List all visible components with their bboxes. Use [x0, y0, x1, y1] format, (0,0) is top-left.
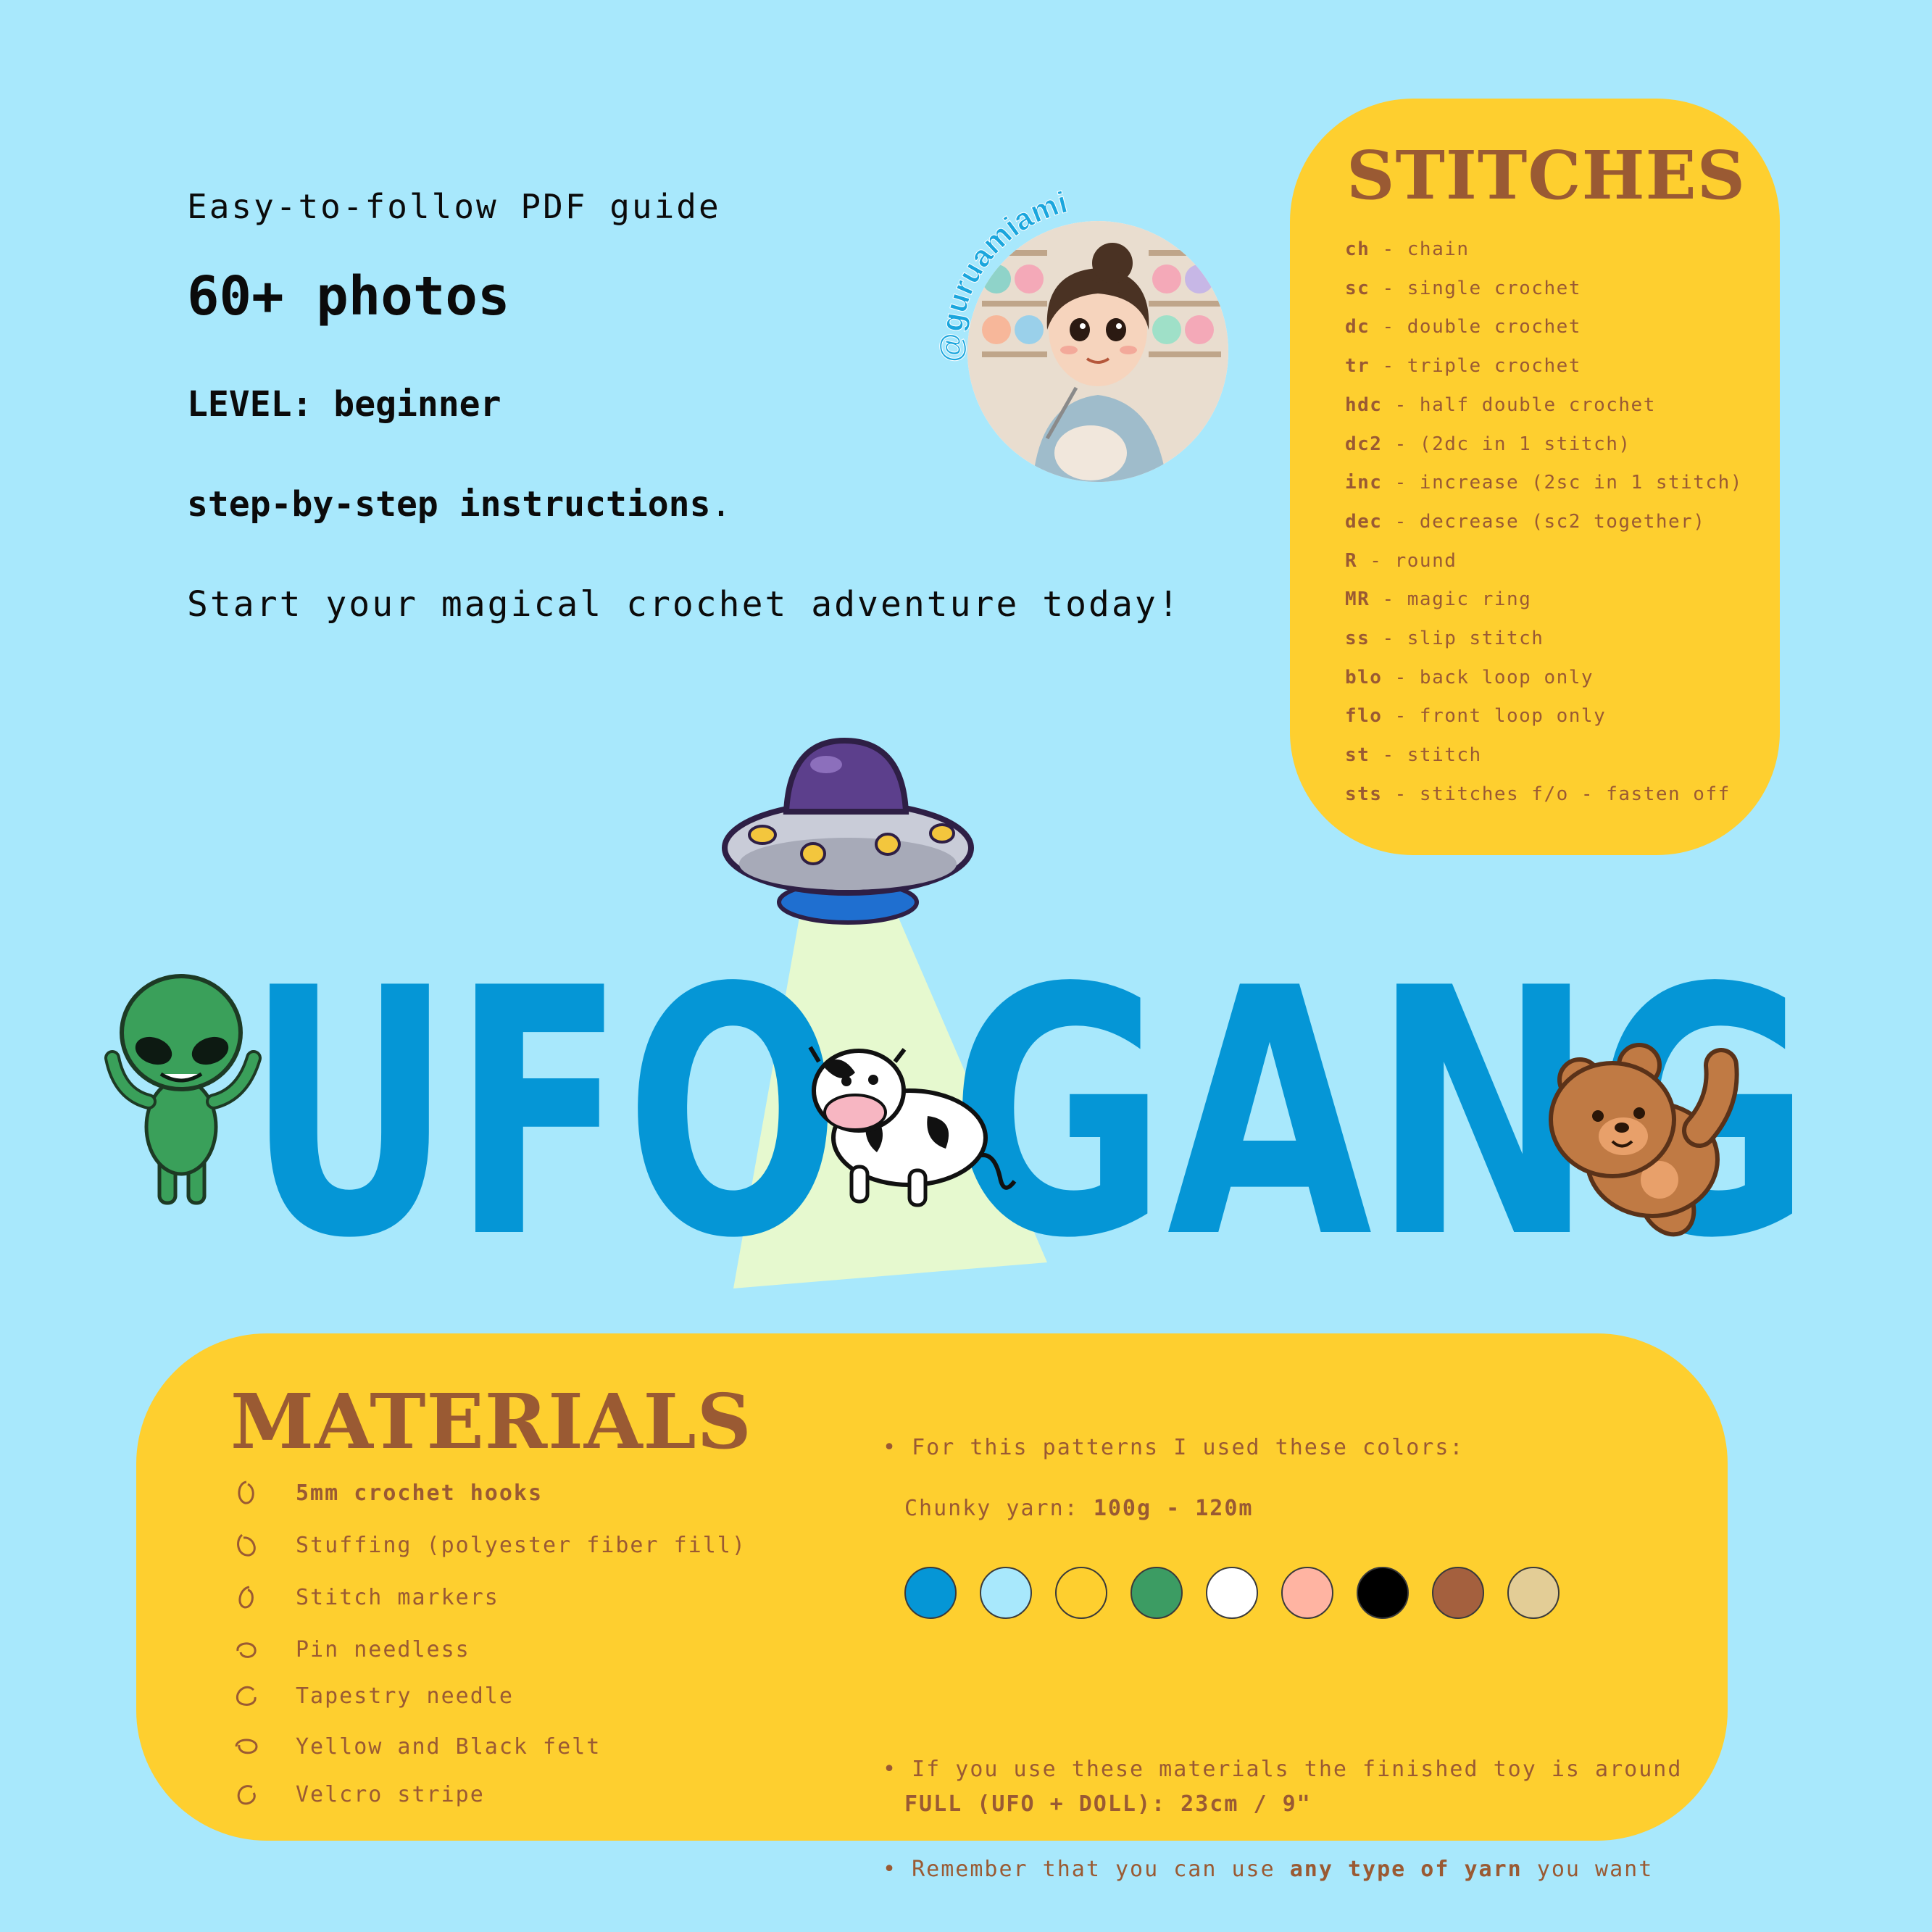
color-swatch — [1357, 1567, 1409, 1619]
stitch-abbr: dc — [1345, 316, 1370, 338]
stitch-abbr: hdc — [1345, 394, 1383, 416]
instructions-period: . — [710, 484, 732, 525]
avatar: @guruamiami — [920, 181, 1254, 515]
material-label: Yellow and Black felt — [296, 1733, 601, 1760]
ufo-icon — [722, 737, 974, 925]
yarn-note-start: Remember that you can use — [912, 1857, 1290, 1882]
loop-bullet-icon — [235, 1739, 258, 1754]
color-swatch — [1055, 1567, 1107, 1619]
stitch-desc: - single crochet — [1370, 277, 1581, 299]
size-info: • If you use these materials the finishe… — [883, 1757, 1683, 1782]
instructions-line: step-by-step instructions. — [187, 484, 731, 525]
loop-bullet-icon — [238, 1481, 254, 1504]
stitch-abbr: ss — [1345, 628, 1370, 650]
list-item: Stuffing (polyester fiber fill) — [232, 1531, 746, 1560]
list-item: dc - double crochet — [1345, 308, 1743, 347]
colors-intro: • For this patterns I used these colors: — [883, 1435, 1465, 1460]
stitch-desc: - half double crochet — [1382, 394, 1656, 416]
size-text: If you use these materials the finished … — [912, 1757, 1683, 1782]
yarn-label: Chunky yarn: — [904, 1496, 1094, 1521]
stitch-abbr: R — [1345, 549, 1358, 572]
list-item: R - round — [1345, 542, 1743, 581]
material-label: Pin needless — [296, 1636, 470, 1662]
stitch-abbr: dec — [1345, 510, 1383, 533]
loop-bullet-icon — [236, 1642, 257, 1658]
adventure-line: Start your magical crochet adventure tod… — [187, 584, 1181, 625]
colors-intro-text: For this patterns I used these colors: — [912, 1435, 1465, 1460]
color-swatch — [904, 1567, 957, 1619]
stitch-abbr: ch — [1345, 238, 1370, 260]
stitch-abbr: inc — [1345, 472, 1383, 494]
stitch-desc: - back loop only — [1382, 666, 1594, 688]
stitch-desc: - round — [1357, 549, 1457, 572]
stitch-abbr: blo — [1345, 666, 1383, 688]
stitch-desc: - (2dc in 1 stitch) — [1382, 433, 1631, 455]
stitch-desc: - slip stitch — [1370, 628, 1544, 650]
list-item: MR - magic ring — [1345, 580, 1743, 620]
material-label: 5mm crochet hooks — [296, 1480, 544, 1506]
stitch-desc: - magic ring — [1370, 588, 1532, 611]
stitch-abbr: sc — [1345, 277, 1370, 299]
material-label: Tapestry needle — [296, 1683, 514, 1709]
list-item: inc - increase (2sc in 1 stitch) — [1345, 464, 1743, 503]
yarn-note-bold: any type of yarn — [1289, 1857, 1523, 1882]
stitch-desc: - triple crochet — [1370, 355, 1581, 378]
list-item: ss - slip stitch — [1345, 620, 1743, 659]
list-item: dec - decrease (sc2 together) — [1345, 503, 1743, 542]
color-swatch — [1206, 1567, 1258, 1619]
guide-tagline: Easy-to-follow PDF guide — [187, 187, 721, 226]
stitch-abbr: tr — [1345, 355, 1370, 378]
materials-panel: MATERIALS 5mm crochet hooks Stuffing (po… — [136, 1333, 1728, 1882]
list-item: Pin needless — [232, 1635, 470, 1664]
stitch-desc: - double crochet — [1370, 316, 1581, 338]
instructions-bold: step-by-step instructions — [187, 484, 711, 525]
crocheter-illustration — [967, 221, 1228, 482]
color-swatch — [1507, 1567, 1560, 1619]
materials-title: MATERIALS — [230, 1377, 752, 1466]
stitches-title: STITCHES — [1346, 136, 1746, 215]
loop-bullet-icon — [236, 1686, 257, 1706]
yarn-note-end: you want — [1522, 1857, 1654, 1882]
material-label: Stitch markers — [296, 1584, 499, 1610]
loop-bullet-icon — [238, 1586, 254, 1609]
ufo-gang-logo-scene: UFO GANG — [104, 737, 1812, 1312]
alien-icon — [104, 974, 262, 1205]
list-item: Yellow and Black felt — [232, 1732, 601, 1761]
color-swatch — [1131, 1567, 1183, 1619]
size-value: FULL (UFO + DOLL): 23cm / 9" — [904, 1791, 1312, 1817]
yarn-note: • Remember that you can use any type of … — [883, 1857, 1654, 1882]
photos-count: 60+ photos — [187, 265, 510, 328]
color-swatches — [904, 1567, 1560, 1619]
material-label: Velcro stripe — [296, 1781, 485, 1807]
list-item: hdc - half double crochet — [1345, 386, 1743, 425]
color-swatch — [980, 1567, 1032, 1619]
loop-bullet-icon — [237, 1533, 256, 1557]
loop-bullet-icon — [237, 1785, 256, 1805]
list-item: blo - back loop only — [1345, 659, 1743, 698]
list-item: tr - triple crochet — [1345, 347, 1743, 386]
stitch-desc: - chain — [1370, 238, 1470, 260]
list-item: sc - single crochet — [1345, 270, 1743, 309]
stitch-abbr: MR — [1345, 588, 1370, 611]
list-item: Tapestry needle — [232, 1681, 514, 1710]
level-label: LEVEL: beginner — [187, 384, 501, 425]
material-label: Stuffing (polyester fiber fill) — [296, 1532, 746, 1558]
logo-word-ufo: UFO — [246, 916, 841, 1312]
stitch-desc: - increase (2sc in 1 stitch) — [1382, 472, 1743, 494]
color-swatch — [1281, 1567, 1333, 1619]
list-item: 5mm crochet hooks — [232, 1478, 543, 1507]
list-item: ch - chain — [1345, 230, 1743, 270]
list-item: Velcro stripe — [232, 1780, 485, 1809]
avatar-portrait — [967, 221, 1228, 482]
size-value-line: FULL (UFO + DOLL): 23cm / 9" — [904, 1791, 1312, 1817]
color-swatch — [1432, 1567, 1484, 1619]
list-item: dc2 - (2dc in 1 stitch) — [1345, 425, 1743, 465]
stitch-desc: - decrease (sc2 together) — [1382, 510, 1706, 533]
yarn-value: 100g - 120m — [1093, 1496, 1254, 1521]
list-item: Stitch markers — [232, 1583, 499, 1612]
stitch-abbr: dc2 — [1345, 433, 1383, 455]
yarn-info: Chunky yarn: 100g - 120m — [904, 1496, 1254, 1521]
